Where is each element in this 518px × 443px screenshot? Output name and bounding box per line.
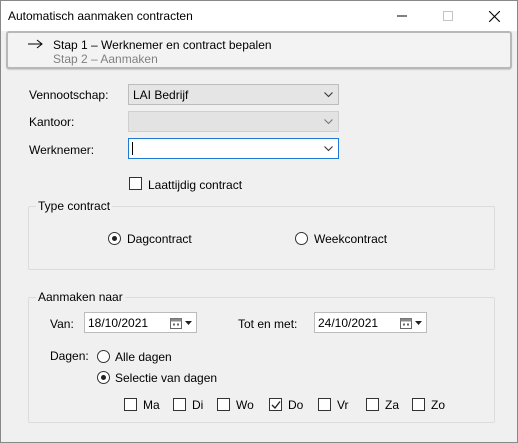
day-checkbox-do[interactable] <box>269 398 282 411</box>
day-label-di: Di <box>192 398 204 412</box>
type-contract-group: Type contract Dagcontract Weekcontract <box>28 199 495 270</box>
dagen-label: Dagen: <box>50 349 89 363</box>
maximize-button[interactable] <box>425 1 471 31</box>
wizard-steps-panel: Stap 1 – Werknemer en contract bepalen S… <box>6 31 512 69</box>
chevron-down-icon <box>185 321 192 325</box>
type-contract-title: Type contract <box>36 199 113 213</box>
laattijdig-checkbox[interactable] <box>129 177 142 190</box>
wizard-step-2-label: Stap 2 – Aanmaken <box>53 52 158 66</box>
dagcontract-label: Dagcontract <box>127 232 192 246</box>
chevron-down-icon <box>415 321 422 325</box>
current-step-arrow-icon <box>28 39 43 49</box>
vennootschap-label: Vennootschap: <box>29 88 109 102</box>
close-icon <box>488 10 500 22</box>
aanmaken-naar-group: Aanmaken naar Van: 18/10/2021 Tot en met… <box>28 290 495 423</box>
tot-date-picker[interactable]: 24/10/2021 <box>314 312 427 333</box>
day-label-do: Do <box>288 398 304 412</box>
day-label-za: Za <box>385 398 400 412</box>
dagcontract-radio[interactable] <box>108 232 121 245</box>
minimize-icon <box>397 15 407 17</box>
day-label-ma: Ma <box>143 398 160 412</box>
werknemer-label: Werknemer: <box>29 143 95 157</box>
title-bar: Automatisch aanmaken contracten <box>1 1 517 31</box>
selectie-van-dagen-label: Selectie van dagen <box>115 371 218 385</box>
tot-en-met-label: Tot en met: <box>238 317 298 331</box>
chevron-down-icon <box>324 92 333 98</box>
vennootschap-value: LAI Bedrijf <box>133 88 189 102</box>
van-date-value: 18/10/2021 <box>88 316 149 330</box>
day-checkbox-wo[interactable] <box>217 398 230 411</box>
day-checkbox-vr[interactable] <box>318 398 331 411</box>
day-label-zo: Zo <box>431 398 446 412</box>
wizard-step-1-label: Stap 1 – Werknemer en contract bepalen <box>53 38 272 52</box>
day-label-vr: Vr <box>337 398 349 412</box>
vennootschap-select[interactable]: LAI Bedrijf <box>128 84 339 105</box>
calendar-icon <box>170 318 182 329</box>
van-date-picker[interactable]: 18/10/2021 <box>84 312 197 333</box>
day-label-wo: Wo <box>236 398 254 412</box>
text-caret <box>132 142 133 155</box>
maximize-icon <box>443 11 453 21</box>
day-checkbox-di[interactable] <box>173 398 186 411</box>
van-label: Van: <box>50 317 74 331</box>
minimize-button[interactable] <box>379 1 425 31</box>
kantoor-select[interactable] <box>128 111 339 132</box>
day-checkbox-zo[interactable] <box>412 398 425 411</box>
checkmark-icon <box>271 401 281 410</box>
calendar-icon <box>400 318 412 329</box>
selectie-van-dagen-radio[interactable] <box>97 371 110 384</box>
weekcontract-radio[interactable] <box>295 232 308 245</box>
chevron-down-icon <box>324 146 333 152</box>
weekcontract-label: Weekcontract <box>314 232 388 246</box>
alle-dagen-radio[interactable] <box>97 350 110 363</box>
day-checkbox-ma[interactable] <box>124 398 137 411</box>
window-title: Automatisch aanmaken contracten <box>8 9 193 23</box>
dialog-window: Automatisch aanmaken contracten Stap 1 –… <box>0 0 518 443</box>
chevron-down-icon <box>324 119 333 125</box>
werknemer-combobox[interactable] <box>128 138 339 159</box>
day-checkbox-za[interactable] <box>366 398 379 411</box>
aanmaken-naar-title: Aanmaken naar <box>36 290 125 304</box>
close-button[interactable] <box>471 1 517 31</box>
kantoor-label: Kantoor: <box>29 115 75 129</box>
laattijdig-label: Laattijdig contract <box>148 178 243 192</box>
tot-date-value: 24/10/2021 <box>318 316 379 330</box>
alle-dagen-label: Alle dagen <box>115 350 172 364</box>
